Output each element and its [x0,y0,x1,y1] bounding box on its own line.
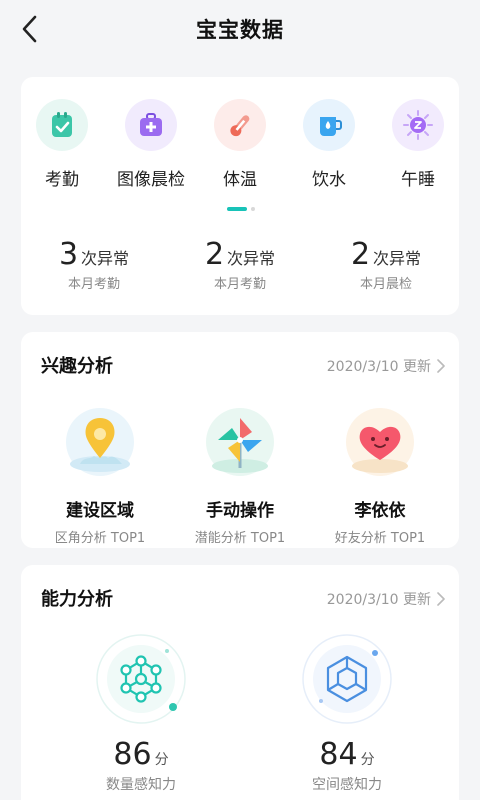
section-title: 兴趣分析 [41,356,113,377]
ability-label: 空间感知力 [312,777,382,793]
cube-icon [299,631,395,727]
category-label: 饮水 [312,170,346,190]
update-date: 2020/3/10 更新 [326,359,431,375]
section-title: 能力分析 [41,589,113,610]
category-water[interactable]: 饮水 [288,99,370,190]
interest-name: 建设区域 [66,501,134,521]
stat-value: 2 [350,237,371,272]
interest-update-link[interactable]: 2020/3/10 更新 [327,356,445,376]
ability-score: 86 [113,737,152,772]
location-pin-icon [60,404,140,484]
category-image-check[interactable]: 图像晨检 [110,99,192,190]
ability-update-link[interactable]: 2020/3/10 更新 [327,589,445,609]
pager-indicator [227,207,257,211]
medical-kit-icon [140,113,162,136]
records-card: 考勤 图像晨检 体温 饮水 午睡 3 次异常 本月考勤 2 次异常 本月考勤 2… [21,77,459,315]
heart-face-icon [340,404,420,484]
water-cup-icon [320,117,342,136]
category-label: 图像晨检 [117,170,185,190]
pager-dot [251,207,255,211]
interest-name: 李依依 [354,501,406,521]
category-temperature[interactable]: 体温 [199,99,281,190]
stat-morning-check[interactable]: 2 次异常 本月晨检 [313,237,459,292]
molecule-network-icon [93,631,189,727]
interest-name: 手动操作 [206,501,274,521]
chevron-right-icon [437,359,445,373]
thermometer-icon-wrap [214,99,266,151]
score-unit: 分 [154,752,169,768]
ability-item[interactable]: 84 分 空间感知力 [267,631,427,794]
stat-unit: 次异常 [373,249,422,268]
app-header: 宝宝数据 [0,0,480,60]
stats-row: 3 次异常 本月考勤 2 次异常 本月考勤 2 次异常 本月晨检 [21,237,459,297]
attendance-icon-wrap [36,99,88,151]
stat-label: 本月晨检 [359,277,412,292]
score-unit: 分 [360,752,375,768]
pinwheel-icon [200,404,280,484]
ability-item[interactable]: 86 分 数量感知力 [61,631,221,794]
interest-item[interactable]: 手动操作 潜能分析 TOP1 [170,404,310,546]
interest-sub: 区角分析 TOP1 [54,531,146,546]
stat-attendance-2[interactable]: 2 次异常 本月考勤 [167,237,313,292]
interest-item[interactable]: 李依依 好友分析 TOP1 [310,404,450,546]
category-label: 体温 [223,170,257,190]
stat-attendance[interactable]: 3 次异常 本月考勤 [21,237,167,292]
sleep-icon-wrap [392,99,444,151]
medical-kit-icon-wrap [125,99,177,151]
ability-label: 数量感知力 [106,777,176,793]
pager-dot-active [227,207,247,211]
category-label: 午睡 [401,170,435,190]
stat-label: 本月考勤 [67,277,120,292]
category-row: 考勤 图像晨检 体温 饮水 午睡 [21,99,459,199]
interest-item[interactable]: 建设区域 区角分析 TOP1 [30,404,170,546]
interest-sub: 好友分析 TOP1 [334,531,426,546]
interest-analysis-card: 兴趣分析 2020/3/10 更新 建设区域 区角分析 TOP1 手动操作 潜能… [21,332,459,548]
sleep-icon [403,110,433,140]
category-attendance[interactable]: 考勤 [21,99,103,190]
update-date: 2020/3/10 更新 [326,592,431,608]
ability-score: 84 [319,737,358,772]
page-title: 宝宝数据 [196,18,284,42]
category-nap[interactable]: 午睡 [377,99,459,190]
stat-value: 2 [204,237,225,272]
stat-unit: 次异常 [227,249,276,268]
water-cup-icon-wrap [303,99,355,151]
stat-unit: 次异常 [81,249,130,268]
attendance-icon [52,112,72,137]
stat-value: 3 [58,237,79,272]
interest-sub: 潜能分析 TOP1 [194,531,286,546]
category-label: 考勤 [45,170,79,190]
thermometer-icon [230,115,250,137]
chevron-right-icon [437,592,445,606]
ability-analysis-card: 能力分析 2020/3/10 更新 86 分 数量感知力 84 分 空间感知力 [21,565,459,800]
stat-label: 本月考勤 [213,277,266,292]
